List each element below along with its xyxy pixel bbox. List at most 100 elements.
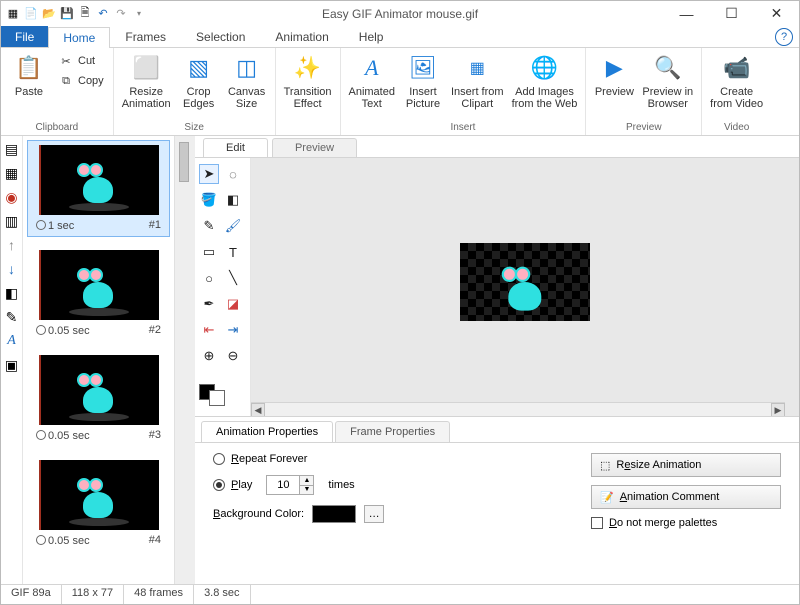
copy-icon: ⧉: [58, 73, 74, 89]
tab-animation-props[interactable]: Animation Properties: [201, 421, 333, 442]
tab-frame-props[interactable]: Frame Properties: [335, 421, 450, 442]
rect-tool-icon[interactable]: ▭: [199, 242, 219, 262]
frame-item[interactable]: 0.05 sec#3: [27, 350, 170, 447]
bg-label: Background Color:: [213, 508, 304, 520]
minimize-button[interactable]: —: [664, 1, 709, 26]
text-tool-icon[interactable]: T: [223, 242, 243, 262]
canvas[interactable]: ◀▶: [251, 158, 799, 416]
status-bar: GIF 89a 118 x 77 48 frames 3.8 sec: [1, 584, 799, 604]
flip-h-icon[interactable]: ⇤: [199, 320, 219, 340]
line-tool-icon[interactable]: ╲: [223, 268, 243, 288]
quick-access: ▦ 📄 📂 💾 🗎 ↶ ↷ ▾: [1, 6, 147, 22]
main: ▤ ▦ ◉ ▥ ↑ ↓ ◧ ✎ A ▣ 1 sec#1 0.05 sec#2 0…: [1, 136, 799, 586]
new-icon[interactable]: 📄: [23, 6, 39, 22]
play-radio[interactable]: Play: [213, 479, 252, 491]
redo-icon[interactable]: ↷: [113, 6, 129, 22]
qat-more-icon[interactable]: ▾: [131, 6, 147, 22]
crop-edges-button[interactable]: ▧Crop Edges: [175, 50, 223, 112]
copy-button[interactable]: ⧉Copy: [56, 72, 106, 90]
resize-animation-panel-button[interactable]: ⬚Resize Animation: [591, 453, 781, 477]
text-a-icon[interactable]: A: [3, 332, 21, 350]
pointer-tool-icon[interactable]: ➤: [199, 164, 219, 184]
tab-home[interactable]: Home: [48, 27, 110, 48]
arrow-down-icon[interactable]: ↓: [3, 260, 21, 278]
bg-color-picker-button[interactable]: …: [364, 505, 384, 523]
bg-color-swatch[interactable]: [312, 505, 356, 523]
repeat-forever-radio[interactable]: RRepeat Foreverepeat Forever: [213, 453, 591, 465]
status-dimensions: 118 x 77: [62, 585, 124, 604]
editor-tab-preview[interactable]: Preview: [272, 138, 357, 157]
eyedropper-tool-icon[interactable]: ✒: [199, 294, 219, 314]
play-count-input[interactable]: [267, 476, 299, 494]
app-icon[interactable]: ▦: [5, 6, 21, 22]
open-icon[interactable]: 📂: [41, 6, 57, 22]
ribbon-tabs: File Home Frames Selection Animation Hel…: [1, 26, 799, 48]
bucket-tool-icon[interactable]: 🪣: [199, 190, 219, 210]
arrow-up-icon[interactable]: ↑: [3, 236, 21, 254]
tool-b-icon[interactable]: ▦: [3, 164, 21, 182]
animated-text-button[interactable]: AAnimated Text: [345, 50, 399, 112]
pencil-tool-icon[interactable]: ✎: [199, 216, 219, 236]
circle-tool-icon[interactable]: ○: [199, 268, 219, 288]
frame-item[interactable]: 1 sec#1: [27, 140, 170, 237]
group-label: [280, 131, 336, 135]
save-icon[interactable]: 💾: [59, 6, 75, 22]
canvas-size-button[interactable]: ◫Canvas Size: [223, 50, 271, 112]
clock-icon: [36, 220, 46, 230]
merge-palettes-checkbox[interactable]: Do not merge palettes: [591, 517, 781, 529]
group-size: ⬜Resize Animation ▧Crop Edges ◫Canvas Si…: [114, 48, 276, 135]
tab-selection[interactable]: Selection: [181, 26, 260, 47]
animation-comment-button[interactable]: 📝Animation Comment: [591, 485, 781, 509]
editor-tab-edit[interactable]: Edit: [203, 138, 268, 157]
spin-up-icon[interactable]: ▲: [299, 476, 313, 486]
frame-item[interactable]: 0.05 sec#2: [27, 245, 170, 342]
cut-button[interactable]: ✂Cut: [56, 52, 106, 70]
group-preview: ▶Preview 🔍Preview in Browser Preview: [586, 48, 702, 135]
tool-d-icon[interactable]: ▥: [3, 212, 21, 230]
zoom-out-icon[interactable]: ⊖: [223, 346, 243, 366]
frame-item[interactable]: 0.05 sec#4: [27, 455, 170, 552]
side-toolbar: ▤ ▦ ◉ ▥ ↑ ↓ ◧ ✎ A ▣: [1, 136, 23, 586]
brush-tool-icon[interactable]: 🖌: [223, 216, 243, 236]
ribbon: 📋Paste ✂Cut ⧉Copy Clipboard ⬜Resize Anim…: [1, 48, 799, 136]
add-web-images-button[interactable]: 🌐Add Images from the Web: [508, 50, 582, 112]
zoom-in-icon[interactable]: ⊕: [199, 346, 219, 366]
tab-frames[interactable]: Frames: [110, 26, 181, 47]
maximize-button[interactable]: ☐: [709, 1, 754, 26]
tab-help[interactable]: Help: [344, 26, 399, 47]
eraser-tool-icon[interactable]: ◪: [223, 294, 243, 314]
color-swatches[interactable]: [199, 380, 246, 410]
file-menu[interactable]: File: [1, 26, 48, 47]
group-label: Video: [706, 120, 767, 135]
marquee-tool-icon[interactable]: ◌: [223, 164, 243, 184]
flip-v-icon[interactable]: ⇥: [223, 320, 243, 340]
preview-button[interactable]: ▶Preview: [590, 50, 638, 100]
saveas-icon[interactable]: 🗎: [77, 6, 93, 22]
tool-e-icon[interactable]: ◧: [3, 284, 21, 302]
frames-scrollbar[interactable]: [175, 136, 195, 586]
group-label: Insert: [345, 120, 582, 135]
resize-animation-button[interactable]: ⬜Resize Animation: [118, 50, 175, 112]
comment-icon: 📝: [600, 491, 614, 504]
insert-clipart-button[interactable]: ▦Insert from Clipart: [447, 50, 508, 112]
play-count-spinner[interactable]: ▲▼: [266, 475, 314, 495]
tool-c-icon[interactable]: ◉: [3, 188, 21, 206]
canvas-hscroll[interactable]: ◀▶: [251, 402, 785, 416]
transition-button[interactable]: ✨Transition Effect: [280, 50, 336, 112]
group-label: Clipboard: [5, 120, 109, 135]
help-icon[interactable]: ?: [775, 28, 793, 46]
close-button[interactable]: ✕: [754, 1, 799, 26]
tab-animation[interactable]: Animation: [260, 26, 343, 47]
gradient-tool-icon[interactable]: ◧: [223, 190, 243, 210]
tool-a-icon[interactable]: ▤: [3, 140, 21, 158]
wand-icon[interactable]: ✎: [3, 308, 21, 326]
insert-picture-button[interactable]: 🖼Insert Picture: [399, 50, 447, 112]
create-from-video-button[interactable]: 📹Create from Video: [706, 50, 767, 112]
editor: Edit Preview ➤◌ 🪣◧ ✎🖌 ▭T ○╲ ✒◪ ⇤⇥ ⊕⊖ ◀▶: [195, 136, 799, 586]
undo-icon[interactable]: ↶: [95, 6, 111, 22]
preview-browser-button[interactable]: 🔍Preview in Browser: [638, 50, 697, 112]
paste-button[interactable]: 📋Paste: [5, 50, 53, 100]
group-insert: AAnimated Text 🖼Insert Picture ▦Insert f…: [341, 48, 587, 135]
spin-down-icon[interactable]: ▼: [299, 486, 313, 495]
tool-f-icon[interactable]: ▣: [3, 356, 21, 374]
